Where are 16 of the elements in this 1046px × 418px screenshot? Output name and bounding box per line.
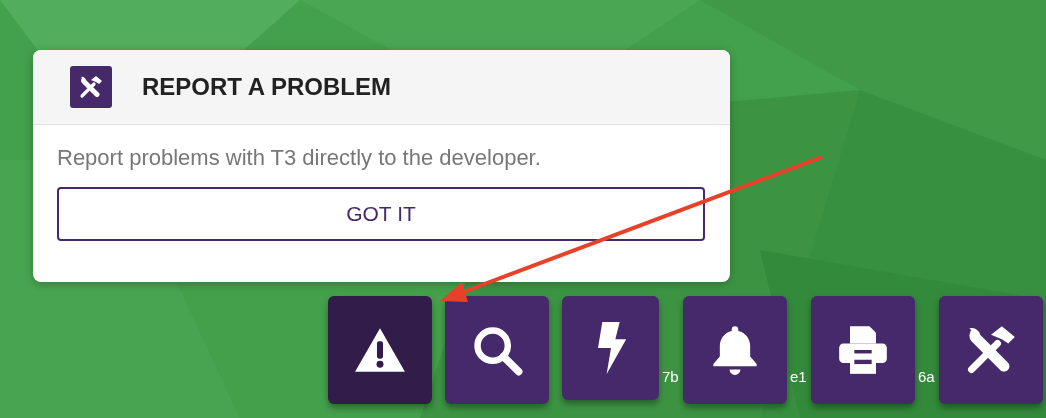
toolbar-button[interactable] bbox=[445, 296, 549, 404]
popup-title: REPORT A PROBLEM bbox=[142, 73, 391, 101]
toolbar-button[interactable] bbox=[562, 296, 659, 400]
tools-icon bbox=[965, 324, 1017, 376]
search-icon bbox=[471, 324, 523, 376]
toolbar-button[interactable] bbox=[939, 296, 1043, 404]
toolbar-button[interactable] bbox=[683, 296, 787, 404]
partial-label: 7b bbox=[662, 368, 680, 385]
tools-icon bbox=[79, 75, 103, 99]
partial-label: e1 bbox=[790, 368, 808, 385]
printer-icon bbox=[837, 324, 889, 376]
got-it-button[interactable]: GOT IT bbox=[57, 187, 705, 241]
popup-message: Report problems with T3 directly to the developer. bbox=[57, 145, 542, 171]
toolbar-button[interactable] bbox=[328, 296, 432, 404]
partial-label: 6a bbox=[918, 368, 936, 385]
toolbar-button[interactable] bbox=[811, 296, 915, 404]
